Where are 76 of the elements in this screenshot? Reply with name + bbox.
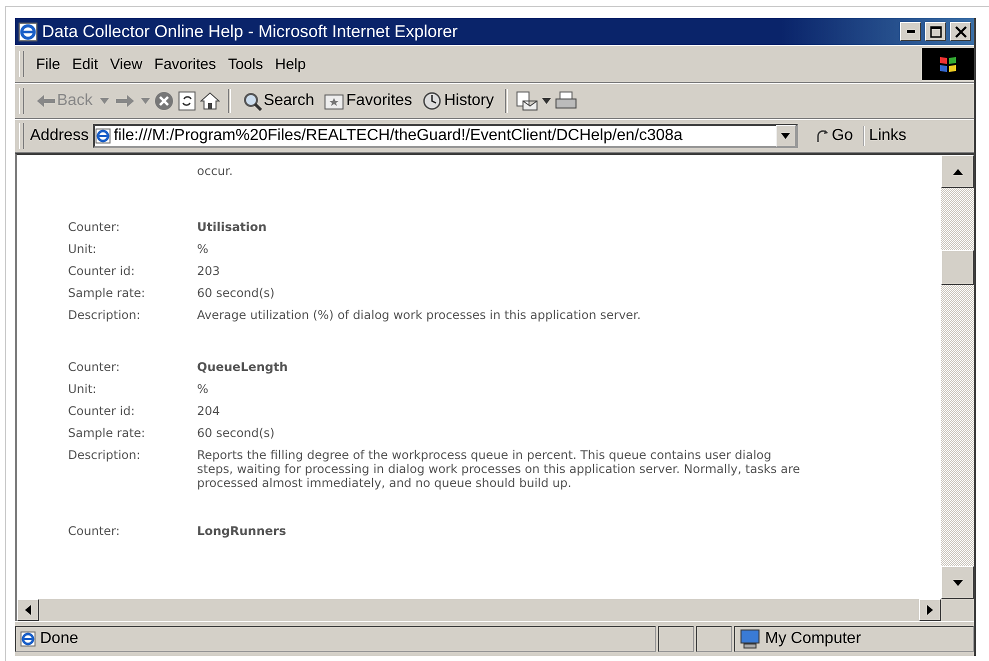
- address-label: Address: [30, 127, 89, 145]
- status-pane: [696, 626, 732, 652]
- counter-name: Utilisation: [197, 219, 268, 236]
- menu-item[interactable]: Help: [269, 54, 312, 74]
- caret-icon: [781, 133, 790, 139]
- counter-name: LongRunners: [197, 523, 288, 540]
- caret-icon[interactable]: [542, 98, 551, 104]
- maximize-icon: [930, 26, 942, 38]
- browser-icon: [18, 22, 38, 42]
- field-label: Counter:: [68, 359, 121, 376]
- go-arrow-icon: [816, 129, 830, 143]
- minimize-icon: [906, 30, 914, 33]
- zone-text: My Computer: [765, 630, 862, 648]
- left-arrow-icon: [37, 95, 55, 107]
- menu-item[interactable]: View: [104, 54, 148, 74]
- counter-name: QueueLength: [197, 359, 289, 376]
- field-label: Unit:: [68, 381, 98, 398]
- field-value: 60 second(s): [197, 425, 276, 442]
- computer-icon: [739, 629, 761, 649]
- field-value: 60 second(s): [197, 285, 276, 302]
- stop-icon[interactable]: [154, 91, 174, 111]
- scroll-up-button[interactable]: [941, 155, 974, 188]
- minimize-button[interactable]: [900, 22, 921, 41]
- field-value: 204: [197, 403, 221, 420]
- field-label: Counter id:: [68, 263, 136, 280]
- scroll-down-button[interactable]: [941, 566, 974, 599]
- field-label: Counter id:: [68, 403, 136, 420]
- field-label: Description:: [68, 447, 142, 464]
- windows-logo: [922, 48, 974, 80]
- field-label: Counter:: [68, 219, 121, 236]
- scroll-thumb[interactable]: [941, 250, 974, 285]
- left-arrow-icon: [25, 605, 31, 615]
- scroll-left-button[interactable]: [17, 599, 39, 621]
- field-value: Average utilization (%) of dialog work processes in this application server.: [197, 307, 642, 324]
- field-label: Sample rate:: [68, 285, 146, 302]
- field-label: Unit:: [68, 241, 98, 258]
- status-text: Done: [40, 630, 78, 648]
- field-label: Counter:: [68, 523, 121, 540]
- refresh-icon[interactable]: [178, 91, 196, 111]
- down-arrow-icon: [952, 580, 962, 586]
- window-title: Data Collector Online Help - Microsoft Internet Explorer: [42, 22, 459, 42]
- field-label: Description:: [68, 307, 142, 324]
- scroll-right-button[interactable]: [919, 599, 941, 621]
- clock-icon: [422, 91, 442, 111]
- mail-icon[interactable]: [516, 91, 538, 111]
- menu-item[interactable]: Edit: [66, 54, 104, 74]
- go-button[interactable]: Go: [798, 127, 864, 145]
- close-icon: [954, 26, 966, 38]
- maximize-button[interactable]: [925, 22, 946, 41]
- description-text: occur.: [197, 164, 234, 178]
- search-button[interactable]: Search: [238, 91, 318, 111]
- right-arrow-icon: [116, 95, 134, 107]
- address-field[interactable]: file:///M:/Program%20Files/REALTECH/theGuard!/EventClient/DCHelp/en/c308a: [92, 124, 798, 148]
- home-icon[interactable]: [200, 92, 220, 110]
- up-arrow-icon: [952, 168, 962, 174]
- field-value: Reports the filling degree of the workprocess queue in percent. This queue contains user dialog steps, waiting for processing in dialog work processes on this application server. Normally, tasks are processed almost immediately, and no queue should build up.: [197, 447, 802, 490]
- field-value: %: [197, 381, 210, 398]
- close-button[interactable]: [950, 22, 971, 41]
- vertical-scrollbar[interactable]: [941, 155, 974, 599]
- menu-item[interactable]: File: [30, 54, 66, 74]
- dropdown-button[interactable]: [776, 125, 796, 147]
- field-value: %: [197, 241, 210, 258]
- page-icon: [20, 631, 36, 647]
- history-button[interactable]: History: [419, 91, 497, 111]
- page-icon: [94, 128, 111, 144]
- search-icon: [242, 91, 262, 111]
- menu-item[interactable]: Favorites: [148, 54, 222, 74]
- printer-icon[interactable]: [554, 91, 577, 111]
- field-value: 203: [197, 263, 221, 280]
- horizontal-scrollbar[interactable]: [17, 599, 941, 621]
- menu-item[interactable]: Tools: [222, 54, 269, 74]
- status-pane: [658, 626, 694, 652]
- field-label: Sample rate:: [68, 425, 146, 442]
- favorites-button[interactable]: Favorites: [321, 92, 416, 110]
- links-button[interactable]: Links: [863, 126, 912, 146]
- right-arrow-icon: [927, 605, 933, 615]
